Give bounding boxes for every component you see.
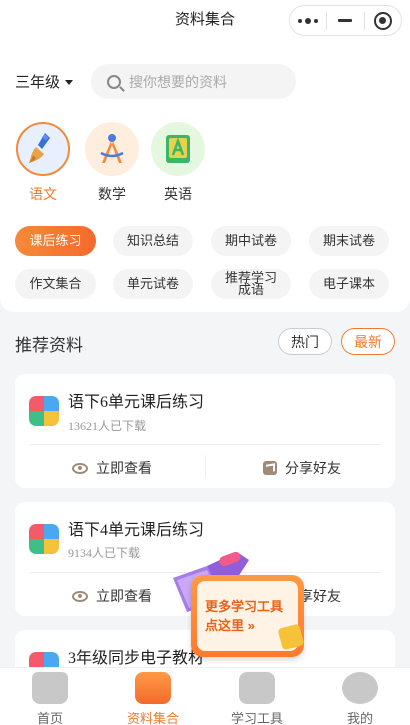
brush-icon (16, 122, 70, 176)
subject-english[interactable]: 英语 (148, 122, 208, 204)
minimize-button[interactable] (327, 6, 363, 35)
chip-after-class-exercise[interactable]: 课后练习 (15, 226, 96, 256)
new-filter-button[interactable]: 最新 (341, 328, 395, 355)
view-button[interactable]: 立即查看 (72, 458, 152, 478)
view-button[interactable]: 立即查看 (72, 586, 152, 606)
folder-icon (135, 672, 171, 704)
dot-icon (314, 18, 319, 23)
grade-label: 三年级 (15, 74, 61, 91)
dot-icon (298, 18, 303, 23)
recommend-title: 推荐资料 (15, 336, 83, 355)
chip-e-textbook[interactable]: 电子课本 (309, 269, 389, 299)
card-title: 语下4单元课后练习 (68, 522, 205, 539)
tab-study-tools[interactable]: 学习工具 (212, 672, 302, 725)
book-icon (29, 396, 59, 426)
card-downloads: 13621人已下载 (68, 419, 147, 433)
user-avatar-icon (342, 672, 378, 704)
search-placeholder: 搜你想要的资料 (129, 73, 227, 90)
search-icon (107, 74, 121, 89)
dot-icon (305, 17, 312, 24)
chip-composition[interactable]: 作文集合 (15, 269, 96, 299)
study-tools-promo[interactable]: 更多学习工具 点这里 » (167, 548, 309, 660)
search-input[interactable]: 搜你想要的资料 (91, 64, 296, 99)
minus-icon (338, 19, 353, 22)
card-title: 语下6单元课后练习 (68, 394, 205, 411)
view-label: 立即查看 (96, 588, 152, 604)
share-label: 分享好友 (285, 460, 341, 476)
chip-final-exam[interactable]: 期末试卷 (309, 226, 389, 256)
book-a-icon (151, 122, 205, 176)
bottom-tab-bar: 首页 资料集合 学习工具 我的 (0, 667, 410, 725)
page-title: 资料集合 (174, 11, 235, 28)
more-menu-button[interactable] (290, 6, 326, 35)
share-icon (263, 461, 277, 475)
subject-math[interactable]: 数学 (82, 122, 142, 204)
card-downloads: 9134人已下载 (68, 546, 141, 560)
toolbox-icon (239, 672, 275, 704)
eye-icon (72, 590, 88, 602)
tab-label: 学习工具 (230, 711, 283, 725)
chip-idioms[interactable]: 推荐学习成语 (211, 269, 291, 299)
home-icon (32, 672, 68, 704)
chip-unit-exam[interactable]: 单元试卷 (113, 269, 193, 299)
caret-down-icon (65, 80, 74, 85)
subject-label: 语文 (29, 186, 57, 202)
card-divider (29, 444, 381, 445)
subject-label: 数学 (98, 186, 126, 202)
view-label: 立即查看 (96, 460, 152, 476)
resource-card[interactable]: 语下6单元课后练习 13621人已下载 立即查看 分享好友 (15, 374, 395, 488)
eye-icon (72, 462, 88, 474)
hot-filter-button[interactable]: 热门 (278, 328, 332, 355)
chip-knowledge-summary[interactable]: 知识总结 (113, 226, 193, 256)
close-miniprogram-button[interactable] (365, 6, 401, 35)
promo-line1: 更多学习工具 (205, 599, 284, 614)
grade-selector[interactable]: 三年级 (15, 71, 74, 92)
tab-mine[interactable]: 我的 (315, 672, 405, 725)
tab-home[interactable]: 首页 (5, 672, 95, 725)
subject-chinese[interactable]: 语文 (13, 122, 73, 204)
compass-icon (85, 122, 139, 176)
book-icon (29, 524, 59, 554)
subject-label: 英语 (164, 186, 192, 202)
mini-program-capsule (289, 5, 402, 36)
tab-label: 我的 (346, 711, 373, 725)
tab-label: 资料集合 (126, 711, 179, 725)
tab-materials[interactable]: 资料集合 (108, 672, 198, 725)
action-separator (205, 455, 206, 477)
share-button[interactable]: 分享好友 (263, 458, 341, 478)
target-icon (373, 11, 392, 30)
tab-label: 首页 (36, 711, 63, 725)
chip-midterm-exam[interactable]: 期中试卷 (211, 226, 291, 256)
